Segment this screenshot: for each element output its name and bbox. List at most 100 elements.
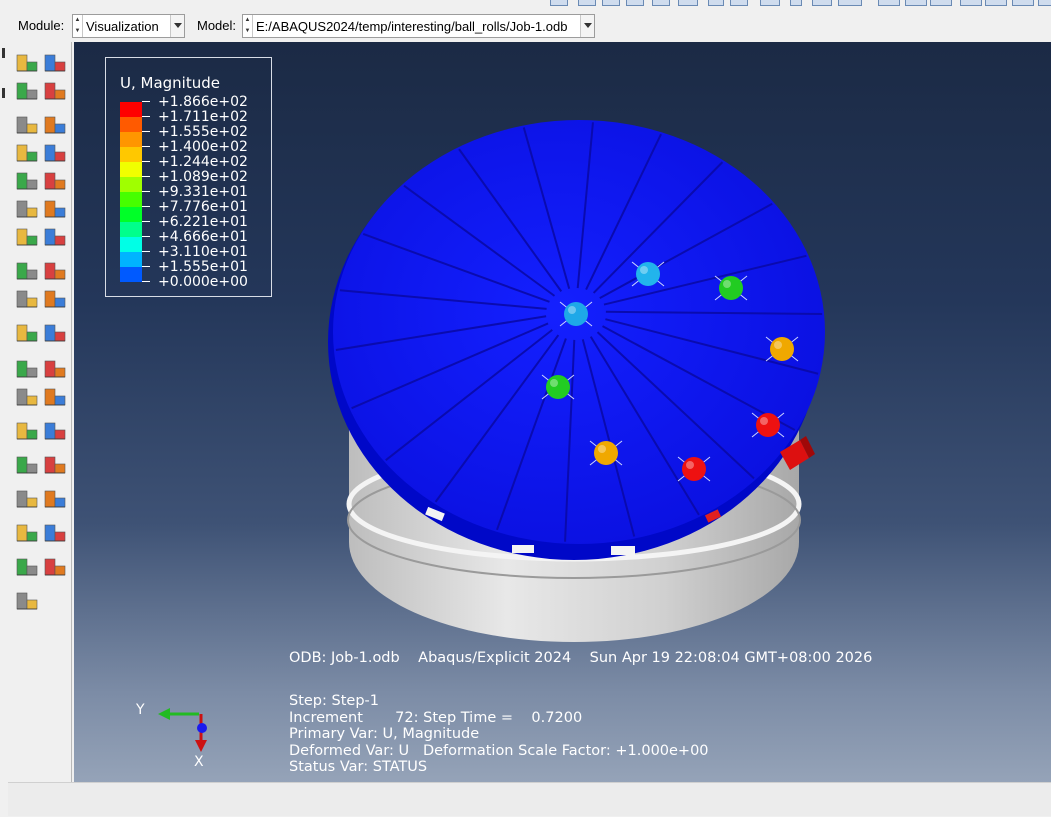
view-cut-manager-icon[interactable] <box>42 452 68 478</box>
view-toolbar-icon[interactable] <box>602 0 620 6</box>
ball-body <box>682 457 706 481</box>
legend-value: +1.711e+02 <box>158 109 248 125</box>
plot-undeformed-icon[interactable] <box>14 112 40 138</box>
element-labels-icon[interactable] <box>14 78 40 104</box>
plot-axes-icon[interactable] <box>14 320 40 346</box>
ball-red-1 <box>751 412 785 438</box>
animate-time-history-icon[interactable] <box>42 258 68 284</box>
contour-options-icon[interactable] <box>42 50 68 76</box>
animate-scale-factor-icon[interactable] <box>14 258 40 284</box>
create-path-icon[interactable] <box>14 384 40 410</box>
notch <box>512 545 534 553</box>
spin-arrows-icon[interactable]: ▲ ▼ <box>73 15 83 37</box>
legend-entry: +0.000e+00 <box>120 274 270 297</box>
view-toolbar-icon[interactable] <box>985 0 1007 6</box>
view-z-toolbar-icon[interactable] <box>930 0 952 6</box>
module-combo[interactable]: ▲ ▼ Visualization <box>72 14 185 38</box>
legend-tick <box>142 236 150 237</box>
odb-info: ODB: Job-1.odb Abaqus/Explicit 2024 Sun … <box>289 650 873 666</box>
display-group-manager-icon[interactable] <box>42 418 68 444</box>
select-toolbar-icon[interactable] <box>760 0 780 6</box>
superimpose-options-icon[interactable] <box>42 224 68 250</box>
view-toolbar-icon[interactable] <box>960 0 982 6</box>
plot-material-orientations-icon[interactable] <box>14 196 40 222</box>
create-display-group-icon[interactable] <box>14 418 40 444</box>
legend-value: +6.221e+01 <box>158 214 248 230</box>
model-value: E:/ABAQUS2024/temp/interesting/ball_roll… <box>256 19 568 34</box>
stream-manager-icon[interactable] <box>42 520 68 546</box>
view-toolbar-icon[interactable] <box>578 0 596 6</box>
legend-swatch <box>120 177 142 192</box>
ball-orange-2 <box>589 440 623 466</box>
view-cut-icon[interactable] <box>14 452 40 478</box>
common-plot-options-icon[interactable] <box>14 50 40 76</box>
plot-symbols-icon[interactable] <box>14 168 40 194</box>
stream-plot-icon[interactable] <box>14 520 40 546</box>
increment-info: Increment 72: Step Time = 0.7200 <box>289 710 583 726</box>
status-bar <box>8 782 1051 816</box>
ball-highlight <box>550 379 558 387</box>
triad-x-label: X <box>194 754 204 770</box>
cursor-toolbar-icon[interactable] <box>790 0 802 6</box>
triad-y-arrow <box>158 708 170 720</box>
viewport[interactable]: U, Magnitude +1.866e+02 +1.711e+02 +1.555e… <box>74 42 1051 782</box>
frame-list-icon[interactable] <box>42 286 68 312</box>
legend-tick <box>142 176 150 177</box>
plot-contours-icon[interactable] <box>14 140 40 166</box>
symbol-options-icon[interactable] <box>42 168 68 194</box>
contour-legend[interactable]: U, Magnitude +1.866e+02 +1.711e+02 +1.555e… <box>105 57 272 297</box>
view-toolbar-icon[interactable] <box>1038 0 1051 6</box>
ball-cyan <box>631 261 665 287</box>
ball-highlight <box>774 341 782 349</box>
primary-var-info: Primary Var: U, Magnitude <box>289 726 480 742</box>
view-toolbar-icon[interactable] <box>678 0 698 6</box>
legend-swatch <box>120 102 142 117</box>
notch <box>611 546 635 555</box>
query-tool-icon[interactable] <box>14 588 40 614</box>
view-toolbar-icon[interactable] <box>652 0 670 6</box>
view-toolbar-icon[interactable] <box>626 0 644 6</box>
free-body-cut-icon[interactable] <box>14 486 40 512</box>
ball-green-1 <box>714 275 748 301</box>
triad-x-arrow <box>195 740 207 752</box>
select-toolbar-icon[interactable] <box>838 0 862 6</box>
plot-deformed-icon[interactable] <box>42 112 68 138</box>
legend-value: +1.866e+02 <box>158 94 248 110</box>
ball-body <box>546 375 570 399</box>
coordinate-system-icon[interactable] <box>14 554 40 580</box>
orientation-options-icon[interactable] <box>42 196 68 222</box>
ball-highlight <box>686 461 694 469</box>
select-toolbar-icon[interactable] <box>812 0 832 6</box>
legend-tick <box>142 206 150 207</box>
module-value: Visualization <box>86 19 159 34</box>
chevron-down-icon[interactable] <box>580 15 594 37</box>
spin-arrows-icon[interactable]: ▲ ▼ <box>243 15 253 37</box>
model-combo[interactable]: ▲ ▼ E:/ABAQUS2024/temp/interesting/ball_r… <box>242 14 595 38</box>
select-toolbar-icon[interactable] <box>708 0 724 6</box>
chevron-down-icon[interactable] <box>170 15 184 37</box>
layer-icon[interactable] <box>42 78 68 104</box>
allow-multiple-plot-states-icon[interactable] <box>14 224 40 250</box>
free-body-manager-icon[interactable] <box>42 486 68 512</box>
legend-tick <box>142 191 150 192</box>
coordinate-manager-icon[interactable] <box>42 554 68 580</box>
xy-data-manager-icon[interactable] <box>42 356 68 382</box>
view-triad <box>158 708 207 752</box>
axes-manager-icon[interactable] <box>42 320 68 346</box>
view-y-toolbar-icon[interactable] <box>905 0 927 6</box>
ball-highlight <box>568 306 576 314</box>
legend-value: +7.776e+01 <box>158 199 248 215</box>
view-toolbar-icon[interactable] <box>550 0 568 6</box>
ball-red-2 <box>677 456 711 482</box>
contour-options-2-icon[interactable] <box>42 140 68 166</box>
view-toolbar-icon[interactable] <box>1012 0 1034 6</box>
animation-options-icon[interactable] <box>14 286 40 312</box>
view-x-toolbar-icon[interactable] <box>878 0 900 6</box>
legend-tick <box>142 116 150 117</box>
legend-title: U, Magnitude <box>120 74 220 92</box>
plot-xy-data-icon[interactable] <box>42 384 68 410</box>
toolbox-edge-mark <box>2 88 5 98</box>
create-xy-data-icon[interactable] <box>14 356 40 382</box>
disk-top <box>333 120 825 544</box>
select-toolbar-icon[interactable] <box>730 0 748 6</box>
